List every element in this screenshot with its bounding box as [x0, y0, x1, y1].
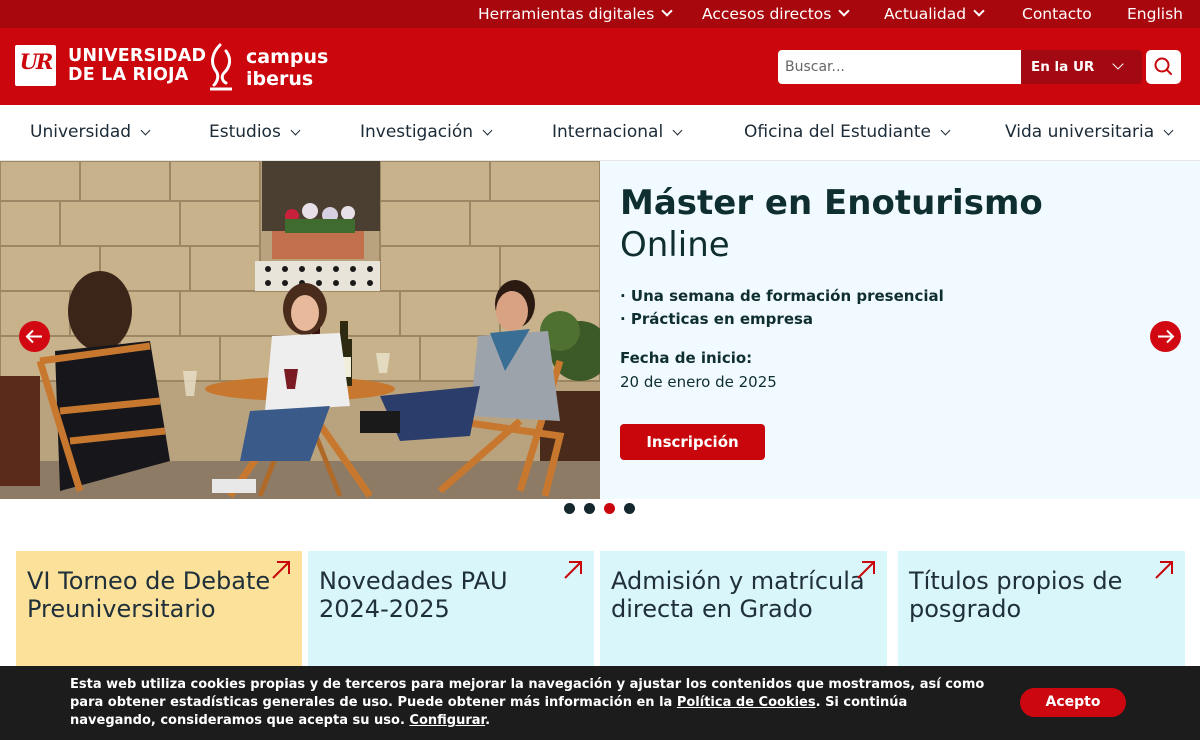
- chevron-down-icon: [1112, 58, 1124, 70]
- search-scope-select[interactable]: En la UR: [1021, 50, 1142, 84]
- slider-dot[interactable]: [564, 503, 575, 514]
- search-scope-label: En la UR: [1031, 59, 1095, 75]
- cookie-config-link[interactable]: Configurar: [409, 713, 485, 728]
- external-arrow-icon: [272, 561, 290, 579]
- hero-photo: [0, 161, 600, 499]
- chevron-down-icon: [482, 125, 493, 136]
- topbar-actualidad[interactable]: Actualidad: [884, 0, 985, 28]
- external-arrow-icon: [564, 561, 582, 579]
- cookie-text: Esta web utiliza cookies propias y de te…: [70, 676, 990, 730]
- hero-bullet: · Una semana de formación presencial: [620, 287, 944, 305]
- hero-title: Máster en Enoturismo: [620, 183, 1043, 223]
- topbar-item-label: Herramientas digitales: [478, 5, 655, 23]
- nav-item-label: Vida universitaria: [1005, 122, 1155, 142]
- main-navigation: Universidad Estudios Investigación Inter…: [0, 105, 1200, 161]
- cookie-policy-link[interactable]: Política de Cookies: [677, 695, 816, 710]
- topbar-item-label: English: [1127, 5, 1183, 23]
- search-icon: [1154, 57, 1172, 75]
- chevron-down-icon: [140, 125, 151, 136]
- slider-dot[interactable]: [624, 503, 635, 514]
- external-arrow-icon: [1155, 561, 1173, 579]
- chevron-down-icon: [1163, 125, 1174, 136]
- nav-item-internacional[interactable]: Internacional: [552, 105, 683, 160]
- topbar-item-label: Actualidad: [884, 5, 967, 23]
- top-utility-bar: Herramientas digitales Accesos directos …: [0, 0, 1200, 28]
- ur-logo-mark[interactable]: UR: [15, 45, 56, 86]
- hero-date-label: Fecha de inicio:: [620, 349, 753, 367]
- arrow-left-icon: [25, 329, 42, 344]
- hero-bullet: · Prácticas en empresa: [620, 310, 814, 328]
- chevron-down-icon: [672, 125, 683, 136]
- chevron-down-icon: [838, 5, 851, 17]
- hero-date: 20 de enero de 2025: [620, 373, 777, 391]
- hero-subtitle: Online: [620, 225, 730, 265]
- nav-item-estudios[interactable]: Estudios: [209, 105, 301, 160]
- nav-item-label: Internacional: [552, 122, 664, 142]
- cookie-accept-button[interactable]: Acepto: [1020, 688, 1126, 717]
- site-header: UR UNIVERSIDAD DE LA RIOJA campus iberus…: [0, 28, 1200, 105]
- nav-item-label: Estudios: [209, 122, 281, 142]
- slider-dot-active[interactable]: [604, 503, 615, 514]
- topbar-herramientas-digitales[interactable]: Herramientas digitales: [478, 0, 673, 28]
- search-input[interactable]: [778, 50, 1021, 84]
- topbar-english[interactable]: English: [1127, 0, 1183, 28]
- topbar-contacto[interactable]: Contacto: [1022, 0, 1092, 28]
- topbar-item-label: Accesos directos: [702, 5, 832, 23]
- cookie-banner: Esta web utiliza cookies propias y de te…: [0, 666, 1200, 740]
- university-logo-text[interactable]: UNIVERSIDAD DE LA RIOJA: [68, 47, 208, 85]
- nav-item-label: Investigación: [360, 122, 474, 142]
- card-title: Novedades PAU 2024-2025: [319, 567, 508, 623]
- arrow-right-icon: [1158, 329, 1175, 344]
- nav-item-label: Universidad: [30, 122, 132, 142]
- hero-slider: Máster en Enoturismo Online · Una semana…: [0, 161, 1200, 499]
- external-arrow-icon: [857, 561, 875, 579]
- chevron-down-icon: [973, 5, 985, 17]
- slider-prev-button[interactable]: [19, 321, 50, 352]
- card-title: Admisión y matrícula directa en Grado: [611, 567, 865, 623]
- chevron-down-icon: [661, 5, 673, 17]
- slider-dot[interactable]: [584, 503, 595, 514]
- nav-item-label: Oficina del Estudiante: [744, 122, 931, 142]
- search-button[interactable]: [1146, 50, 1181, 84]
- card-title: Títulos propios de posgrado: [909, 567, 1123, 623]
- card-title: VI Torneo de Debate Preuniversitario: [27, 567, 271, 623]
- chevron-down-icon: [290, 125, 301, 136]
- slider-next-button[interactable]: [1150, 321, 1181, 352]
- cookie-text-part: .: [485, 713, 491, 728]
- nav-item-investigacion[interactable]: Investigación: [360, 105, 493, 160]
- nav-item-vida-universitaria[interactable]: Vida universitaria: [1005, 105, 1174, 160]
- nav-item-universidad[interactable]: Universidad: [30, 105, 151, 160]
- inscripcion-button[interactable]: Inscripción: [620, 424, 765, 460]
- campus-iberus-logo-text[interactable]: campus iberus: [246, 46, 336, 90]
- topbar-accesos-directos[interactable]: Accesos directos: [702, 0, 851, 28]
- nav-item-oficina-del-estudiante[interactable]: Oficina del Estudiante: [744, 105, 951, 160]
- campus-iberus-flame-icon: [210, 43, 232, 91]
- topbar-item-label: Contacto: [1022, 5, 1092, 23]
- chevron-down-icon: [940, 125, 951, 136]
